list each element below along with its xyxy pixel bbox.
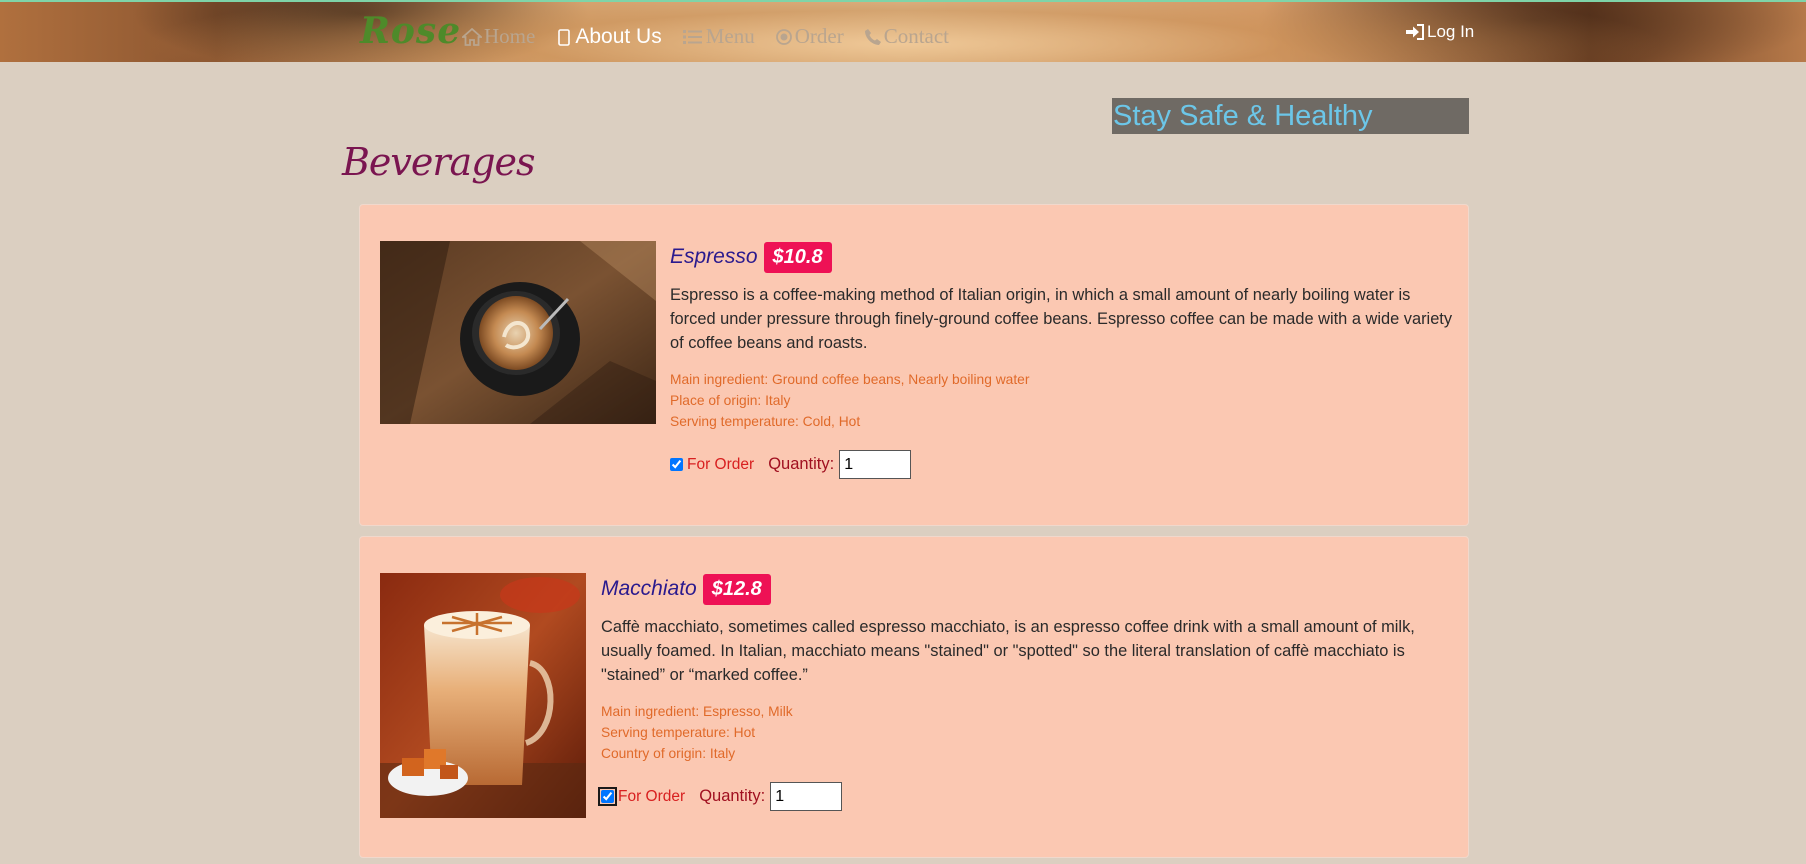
nav-item-home[interactable]: Home [462, 24, 535, 49]
nav-item-label: Home [484, 24, 536, 48]
fact-line: Place of origin: Italy [670, 393, 791, 408]
for-order-checkbox[interactable] [598, 787, 617, 806]
quantity-input[interactable] [770, 782, 843, 811]
fact-line: Main ingredient: Espresso, Milk [601, 704, 793, 719]
fact-line: Serving temperature: Hot [601, 725, 756, 740]
nav-item-about-us[interactable]: About Us [555, 24, 662, 49]
fact-line: Country of origin: Italy [601, 746, 736, 761]
for-order-label: For Order [618, 787, 686, 805]
menu-item-name: Espresso [670, 245, 758, 268]
nav-item-label: About Us [575, 24, 662, 48]
price-badge: $10.8 [763, 241, 832, 273]
section-title: Beverages [342, 140, 536, 184]
for-order-checkbox[interactable] [670, 458, 683, 471]
login-link[interactable]: Log In [1405, 22, 1474, 42]
order-controls: For Order Quantity: [670, 450, 1455, 479]
mobile-icon [555, 28, 573, 46]
menu-item-header: Macchiato $12.8 [601, 573, 1455, 605]
menu-item-description: Caffè macchiato, sometimes called espres… [601, 618, 1415, 684]
nav-item-order[interactable]: Order [775, 24, 844, 49]
espresso-photo [380, 241, 656, 424]
menu-item-header: Espresso $10.8 [670, 241, 1455, 273]
menu-item-description: Espresso is a coffee-making method of It… [670, 286, 1453, 352]
menu-item-facts: Main ingredient: Espresso, Milk Serving … [601, 701, 1455, 764]
fact-line: Main ingredient: Ground coffee beans, Ne… [670, 372, 1030, 387]
macchiato-photo [380, 573, 586, 818]
order-controls: For Order Quantity: [598, 782, 1455, 811]
nav-item-label: Contact [883, 24, 950, 48]
list-icon [682, 28, 704, 46]
sign-in-icon [1405, 23, 1425, 41]
login-label: Log In [1427, 22, 1475, 41]
home-icon [462, 27, 482, 46]
menu-item-name: Macchiato [601, 577, 697, 600]
nav-item-label: Menu [705, 24, 755, 48]
phone-icon [864, 28, 882, 46]
dot-circle-icon [775, 28, 793, 46]
quantity-label: Quantity: [699, 787, 766, 805]
navbar: Rose Home About Us Menu Order Contact Lo… [0, 0, 1806, 62]
nav-item-contact[interactable]: Contact [864, 24, 949, 49]
menu-item-card: Macchiato $12.8 Caffè macchiato, sometim… [359, 536, 1469, 858]
menu-item-card: Espresso $10.8 Espresso is a coffee-maki… [359, 204, 1469, 526]
fact-line: Serving temperature: Cold, Hot [670, 414, 861, 429]
menu-item-info: Macchiato $12.8 Caffè macchiato, sometim… [598, 573, 1455, 811]
quantity-input[interactable] [839, 450, 912, 479]
nav-menu: Home About Us Menu Order Contact [462, 24, 969, 49]
announcement-banner: Stay Safe & Healthy [1112, 98, 1469, 134]
brand-logo[interactable]: Rose [360, 10, 461, 52]
quantity-label: Quantity: [768, 455, 835, 473]
price-badge: $12.8 [702, 573, 771, 605]
menu-item-info: Espresso $10.8 Espresso is a coffee-maki… [670, 241, 1455, 479]
for-order-label: For Order [687, 455, 755, 473]
menu-item-facts: Main ingredient: Ground coffee beans, Ne… [670, 369, 1455, 432]
nav-item-label: Order [794, 24, 844, 48]
nav-item-menu[interactable]: Menu [682, 24, 755, 49]
